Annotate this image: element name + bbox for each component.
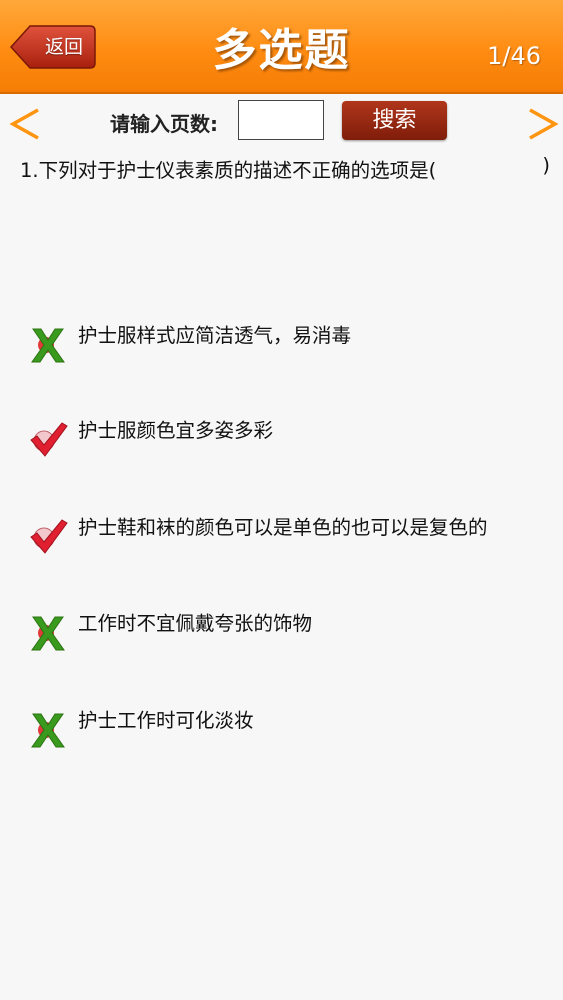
option-item[interactable]: 工作时不宜佩戴夸张的饰物 xyxy=(28,612,548,673)
x-mark-icon xyxy=(28,710,68,750)
x-mark-icon xyxy=(28,325,68,365)
next-page-button[interactable] xyxy=(526,104,560,144)
option-text: 工作时不宜佩戴夸张的饰物 xyxy=(78,612,313,635)
x-mark-icon xyxy=(28,613,68,653)
option-item[interactable]: 护士工作时可化淡妆 xyxy=(28,709,548,770)
page-title: 多选题 xyxy=(212,25,351,76)
page-input-label: 请输入页数: xyxy=(110,112,218,136)
search-button[interactable]: 搜索 xyxy=(342,101,447,140)
check-mark-icon xyxy=(28,517,68,557)
option-item[interactable]: 护士服样式应简洁透气，易消毒 xyxy=(28,324,548,385)
option-text: 护士服样式应简洁透气，易消毒 xyxy=(78,324,352,347)
chevron-left-icon xyxy=(9,108,39,140)
prev-page-button[interactable] xyxy=(8,104,42,144)
question-text: 1.下列对于护士仪表素质的描述不正确的选项是( ) xyxy=(20,154,550,183)
page-number-input[interactable] xyxy=(238,100,324,140)
option-item[interactable]: 护士服颜色宜多姿多彩 xyxy=(28,419,548,480)
page-counter: 1/46 xyxy=(487,42,541,70)
option-text: 护士鞋和袜的颜色可以是单色的也可以是复色的 xyxy=(78,516,488,539)
option-text: 护士工作时可化淡妆 xyxy=(78,709,254,732)
question-close-paren: ) xyxy=(542,154,550,177)
chevron-right-icon xyxy=(529,108,559,140)
check-mark-icon xyxy=(28,420,68,460)
header-bar: 返回 多选题 1/46 xyxy=(0,0,563,94)
question-stem: 1.下列对于护士仪表素质的描述不正确的选项是( xyxy=(20,159,437,182)
option-item[interactable]: 护士鞋和袜的颜色可以是单色的也可以是复色的 xyxy=(28,516,548,577)
option-text: 护士服颜色宜多姿多彩 xyxy=(78,419,274,442)
